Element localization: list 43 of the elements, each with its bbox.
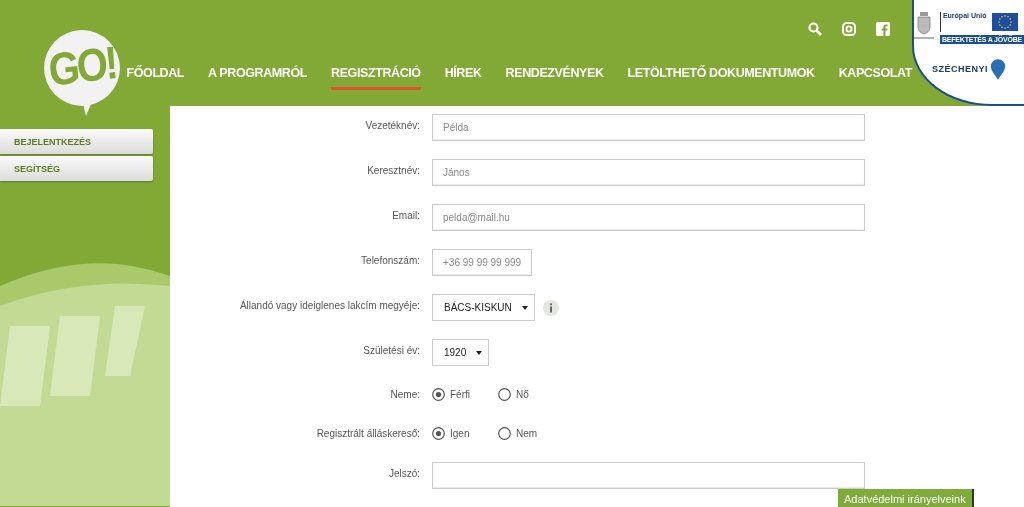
input-field[interactable]: János [432,159,865,186]
coat-of-arms-icon [913,12,934,40]
caret-icon [521,305,528,310]
nav-link[interactable]: LETÖLTHETŐ DOKUMENTUMOK [627,66,815,90]
info-icon[interactable] [542,299,559,316]
map-pin-icon [989,58,1006,80]
field-label: Keresztnév: [366,164,420,176]
nav-link[interactable]: HÍREK [444,66,482,90]
dropdown[interactable]: 1920 [432,339,490,366]
field-label: Állandó vagy ideiglenes lakcím megyéje: [238,298,420,311]
field-label: Jelszó: [387,467,420,479]
search-icon[interactable] [807,22,822,36]
sidebar-menu-item[interactable]: BEJELENTKEZÉS [0,129,153,154]
nav-link[interactable]: REGISZTRÁCIÓ [331,66,421,90]
sidebar-menu-item[interactable]: SEGÍTSÉG [0,156,153,181]
eu-flag-icon [992,13,1019,31]
radio-option[interactable]: Nő [498,388,540,401]
nav-link[interactable]: KAPCSOLAT [838,66,912,90]
nav-link[interactable]: RENDEZVÉNYEK [505,66,604,90]
dropdown[interactable]: BÁCS-KISKUN [432,294,535,321]
radio-option[interactable]: Férfi [432,388,474,401]
facebook-icon[interactable] [875,22,890,36]
field-label: Email: [391,209,420,221]
instagram-icon[interactable] [841,22,856,36]
radio-selected-icon[interactable] [432,388,445,401]
program-label: SZÉCHENYI [931,64,988,74]
field-label: Születési év: [362,344,420,356]
radio-icon[interactable] [498,388,511,401]
nav-link[interactable]: A PROGRAMRÓL [208,66,307,90]
privacy-policy-button[interactable]: Adatvédelmi irányelveink [838,489,974,507]
input-field[interactable]: pelda@mail.hu [432,204,865,231]
caret-icon [476,350,483,355]
input-field[interactable]: +36 99 99 99 999 [432,249,532,276]
field-label: Regisztrált álláskereső: [315,427,420,439]
radio-option[interactable]: Igen [432,427,474,440]
radio-option[interactable]: Nem [498,427,540,440]
input-field[interactable]: Példa [432,114,865,141]
field-label: Neme: [389,388,420,400]
radio-selected-icon[interactable] [432,427,445,440]
nav-link[interactable]: FŐOLDAL [126,66,185,90]
field-label: Vezetéknév: [364,119,420,131]
radio-icon[interactable] [498,427,511,440]
field-label: Telefonszám: [360,254,420,266]
